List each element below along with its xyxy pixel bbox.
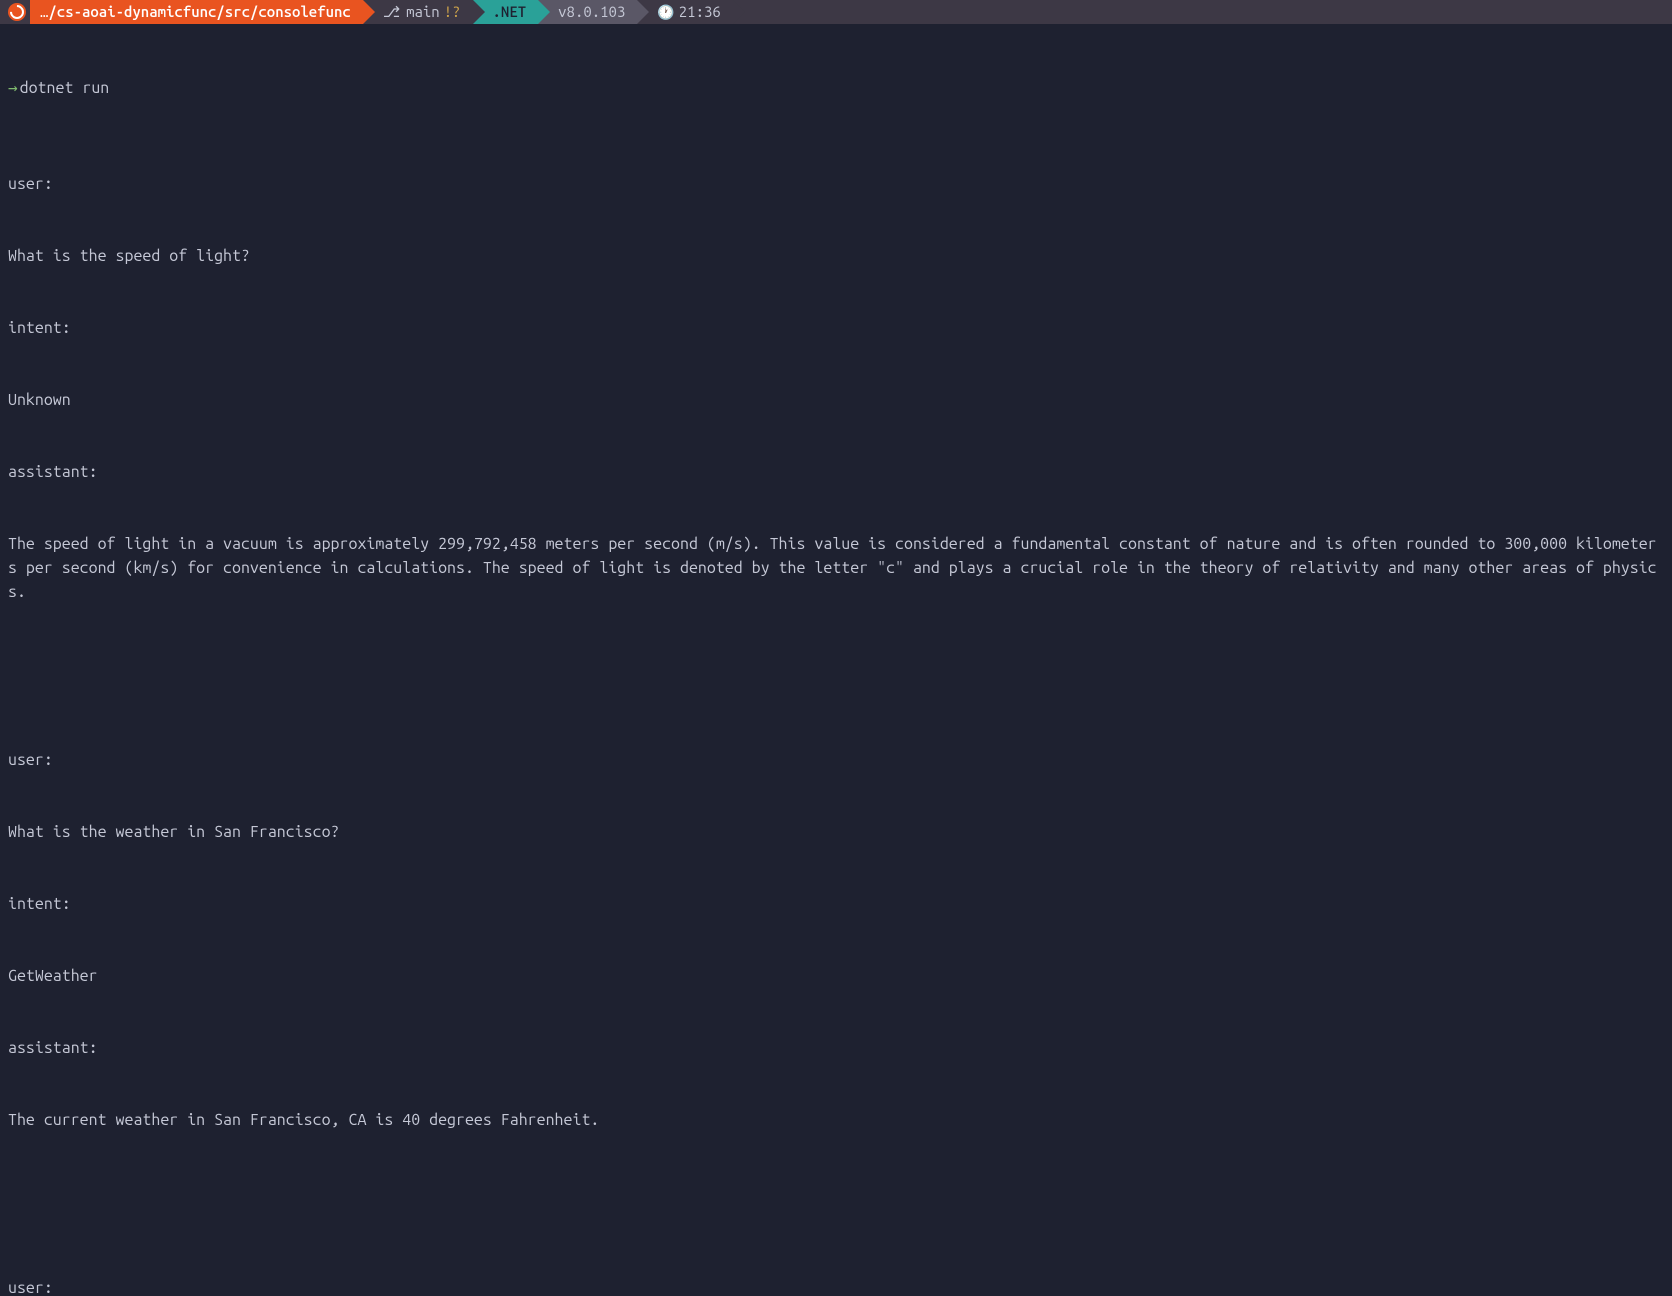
blank-line	[8, 652, 1664, 676]
dotnet-version: v8.0.103	[558, 0, 625, 24]
clock-icon: 🕐	[657, 0, 674, 24]
assistant-message: The current weather in San Francisco, CA…	[8, 1108, 1664, 1132]
blank-line	[8, 1180, 1664, 1204]
path-segment: …/cs-aoai-dynamicfunc/src/consolefunc	[30, 0, 363, 24]
assistant-label: assistant:	[8, 460, 1664, 484]
ubuntu-icon	[8, 3, 26, 21]
command-text: dotnet run	[20, 79, 110, 97]
user-label: user:	[8, 1276, 1664, 1296]
user-label: user:	[8, 748, 1664, 772]
prompt-line: →dotnet run	[8, 76, 1664, 100]
time-segment: 🕐21:36	[637, 0, 732, 24]
prompt-arrow-icon: →	[8, 79, 18, 97]
intent-value: GetWeather	[8, 964, 1664, 988]
dotnet-label: .NET	[493, 0, 527, 24]
assistant-label: assistant:	[8, 1036, 1664, 1060]
status-bar: …/cs-aoai-dynamicfunc/src/consolefunc ⎇ …	[0, 0, 1672, 24]
user-message: What is the weather in San Francisco?	[8, 820, 1664, 844]
git-status-indicator: !?	[444, 0, 461, 24]
intent-label: intent:	[8, 892, 1664, 916]
git-branch-icon: ⎇	[383, 0, 400, 24]
time-value: 21:36	[679, 0, 721, 24]
user-label: user:	[8, 172, 1664, 196]
ubuntu-segment	[0, 0, 30, 24]
terminal-output[interactable]: →dotnet run user: What is the speed of l…	[0, 24, 1672, 1296]
intent-value: Unknown	[8, 388, 1664, 412]
dotnet-version-segment: v8.0.103	[538, 0, 637, 24]
git-branch-name: main	[406, 0, 440, 24]
user-message: What is the speed of light?	[8, 244, 1664, 268]
cwd-path: …/cs-aoai-dynamicfunc/src/consolefunc	[40, 0, 351, 24]
assistant-message: The speed of light in a vacuum is approx…	[8, 532, 1664, 604]
intent-label: intent:	[8, 316, 1664, 340]
git-segment: ⎇ main !?	[363, 0, 473, 24]
